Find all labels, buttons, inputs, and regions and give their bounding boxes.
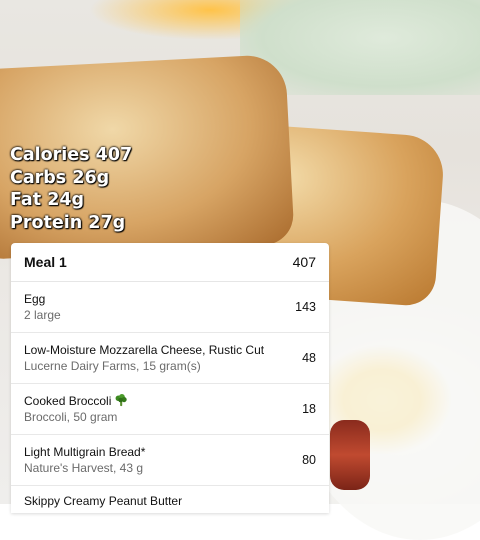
food-name: Cooked Broccoli [24, 394, 112, 408]
carbs-total: Carbs 26g [10, 167, 110, 188]
food-detail: 2 large [24, 308, 61, 322]
food-name: Egg [24, 292, 46, 306]
meal-title: Meal 1 [24, 254, 67, 270]
calories-total: Calories 407 [10, 145, 133, 165]
food-calories: 80 [302, 453, 316, 467]
food-name: Light Multigrain Bread* [24, 445, 146, 459]
food-detail: Nature's Harvest, 43 g [24, 461, 144, 475]
food-name: Low-Moisture Mozzarella Cheese, Rustic C… [24, 343, 265, 357]
food-name: Skippy Creamy Peanut Butter [24, 494, 183, 508]
food-item-mozzarella[interactable]: Low-Moisture Mozzarella Cheese, Rustic C… [11, 333, 329, 384]
food-item-bread[interactable]: Light Multigrain Bread* Nature's Harvest… [11, 435, 329, 486]
protein-total: Protein 27g [10, 212, 126, 233]
meal-card: Meal 1 407 Egg 2 large 143 Low-Moisture … [11, 243, 329, 513]
fat-total: Fat 24g [10, 190, 85, 210]
food-calories: 18 [302, 402, 316, 416]
food-detail: Lucerne Dairy Farms, 15 gram(s) [24, 359, 201, 373]
meal-total-calories: 407 [292, 254, 316, 270]
food-item-peanut-butter[interactable]: Skippy Creamy Peanut Butter [11, 486, 329, 513]
food-detail: Broccoli, 50 gram [24, 410, 118, 424]
broccoli-icon [115, 393, 128, 407]
macro-summary: Calories 407 Carbs 26g Fat 24g Protein 2… [10, 144, 132, 234]
food-item-egg[interactable]: Egg 2 large 143 [11, 282, 329, 333]
food-calories: 48 [302, 351, 316, 365]
food-item-broccoli[interactable]: Cooked Broccoli Broccoli, 50 gram 18 [11, 384, 329, 435]
food-calories: 143 [295, 300, 316, 314]
meal-header[interactable]: Meal 1 407 [11, 243, 329, 282]
